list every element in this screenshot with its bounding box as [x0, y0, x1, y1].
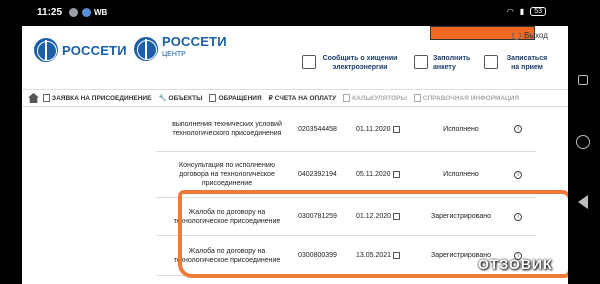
info-button[interactable]: i	[514, 107, 526, 151]
status-time: 11:25	[37, 7, 63, 18]
logo-subtitle: ЦЕНТР	[162, 51, 186, 58]
nav-label: КАЛЬКУЛЯТОРЫ	[352, 94, 407, 102]
calendar-icon	[392, 171, 400, 178]
recent-apps-icon[interactable]	[578, 75, 588, 85]
nav-reference-info[interactable]: СПРАВОЧНАЯ ИНФОРМАЦИЯ	[413, 94, 520, 102]
appointment-label: Записаться на прием	[506, 55, 548, 71]
status-right: ◠ ▮ 53	[507, 7, 546, 16]
home-icon[interactable]	[28, 93, 39, 103]
appointment-link[interactable]: Записаться на прием	[484, 54, 551, 72]
document-icon	[43, 94, 50, 102]
rosseti-logo[interactable]: РОССЕТИ	[34, 38, 127, 62]
nav-calculators[interactable]: КАЛЬКУЛЯТОРЫ	[343, 94, 407, 102]
wifi-icon: ◠	[506, 7, 514, 16]
date-text: 01.11.2020	[356, 125, 391, 133]
nav-connection-request[interactable]: ЗАЯВКА НА ПРИСОЕДИНЕНИЕ	[43, 94, 151, 102]
appeal-status: Исполнено	[443, 125, 479, 133]
main-nav: ЗАЯВКА НА ПРИСОЕДИНЕНИЕ 🔧 ОБЪЕКТЫ ОБРАЩЕ…	[22, 89, 568, 107]
android-nav-bar	[568, 0, 600, 284]
status-bar: 11:25 WB ◠ ▮ 53	[22, 0, 568, 26]
home-button-icon[interactable]	[576, 135, 590, 149]
report-theft-link[interactable]: Сообщить о хищении электроэнергии	[302, 54, 399, 72]
nav-label: СЧЕТА НА ОПЛАТУ	[274, 94, 337, 102]
nav-invoices[interactable]: ₽ СЧЕТА НА ОПЛАТУ	[268, 94, 337, 103]
document-icon	[209, 94, 217, 102]
book-icon	[413, 94, 421, 102]
calendar-icon	[392, 125, 400, 133]
back-icon[interactable]	[578, 195, 588, 209]
watermark: ОТЗОВИК	[478, 256, 553, 272]
battery-icon	[302, 55, 316, 69]
documents-icon	[414, 55, 428, 69]
signal-icon: ▮	[519, 7, 525, 16]
site-header: РОССЕТИ РОССЕТИ ЦЕНТР Выход Сообщить о х…	[22, 26, 568, 82]
status-carrier: WB	[94, 8, 108, 17]
logo-text: РОССЕТИ	[162, 34, 227, 49]
fill-survey-link[interactable]: Заполнить анкету	[414, 54, 477, 72]
wrench-icon: 🔧	[158, 95, 167, 102]
nav-label: ОБРАЩЕНИЯ	[218, 94, 262, 102]
appeal-type: выполнения технических условий технологи…	[172, 121, 282, 137]
date-text: 05.11.2020	[356, 171, 391, 178]
app-icon	[82, 8, 91, 17]
report-theft-label: Сообщить о хищении электроэнергии	[322, 55, 398, 71]
nav-objects[interactable]: 🔧 ОБЪЕКТЫ	[158, 94, 203, 103]
ruble-icon: ₽	[268, 95, 273, 102]
nav-appeals[interactable]: ОБРАЩЕНИЯ	[209, 94, 262, 102]
table-row: выполнения технических условий технологи…	[156, 107, 536, 152]
settings-icon	[69, 8, 78, 17]
logout-label: Выход	[524, 31, 548, 40]
globe-icon	[34, 38, 58, 62]
info-icon: i	[514, 125, 522, 133]
logout-icon	[512, 31, 521, 40]
screen: 11:25 WB ◠ ▮ 53 РОССЕТИ РОССЕТИ ЦЕНТР Вы…	[22, 0, 568, 284]
fill-survey-label: Заполнить анкету	[433, 55, 471, 71]
globe-icon	[134, 36, 158, 61]
calculator-icon	[343, 94, 351, 102]
nav-label: СПРАВОЧНАЯ ИНФОРМАЦИЯ	[422, 94, 520, 102]
logo-text: РОССЕТИ	[62, 42, 127, 58]
calendar-icon	[484, 55, 498, 69]
device-frame: 11:25 WB ◠ ▮ 53 РОССЕТИ РОССЕТИ ЦЕНТР Вы…	[0, 0, 600, 284]
appeal-date: 01.11.2020	[356, 107, 416, 151]
nav-label: ЗАЯВКА НА ПРИСОЕДИНЕНИЕ	[52, 94, 152, 102]
rosseti-center-logo[interactable]: РОССЕТИ ЦЕНТР	[134, 34, 227, 61]
logout-button[interactable]: Выход	[512, 31, 548, 40]
battery-icon: 53	[530, 7, 546, 16]
nav-label: ОБЪЕКТЫ	[168, 94, 203, 102]
info-icon: i	[514, 170, 522, 179]
appeal-number: 0203544458	[298, 125, 337, 133]
